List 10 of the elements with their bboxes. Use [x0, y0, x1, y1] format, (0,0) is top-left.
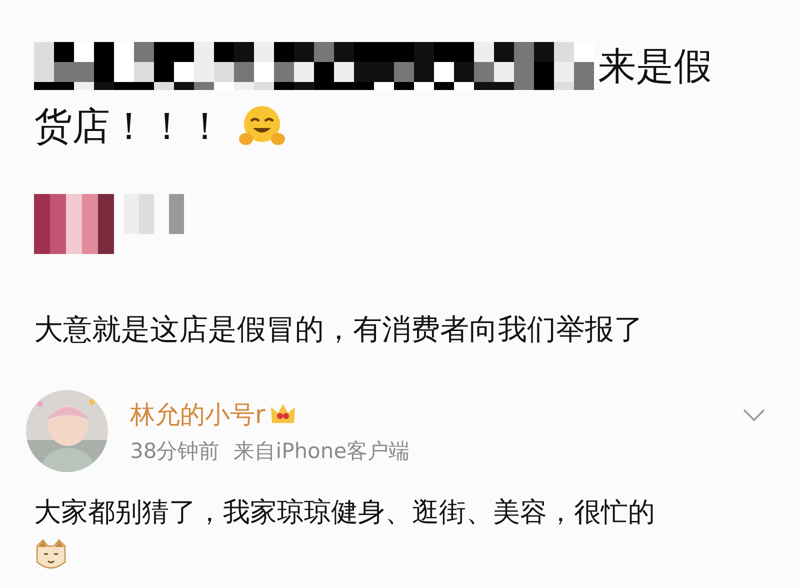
username[interactable]: 林允的小号r: [130, 398, 266, 430]
pixelated-text-drawing: [124, 194, 184, 234]
post-source: 来自iPhone客户端: [234, 438, 410, 464]
post-time: 38分钟前: [130, 438, 220, 464]
chevron-down-icon[interactable]: [742, 408, 766, 422]
comment-text: 大家都别猜了，我家琼琼健身、逛街、美容，很忙的: [34, 496, 656, 530]
post-text: 货店！！！: [34, 103, 224, 150]
post-text: 来是假: [598, 43, 712, 90]
smiling-face-icon: [238, 104, 286, 148]
reply-text: 大意就是这店是假冒的，有消费者向我们举报了: [34, 311, 644, 348]
